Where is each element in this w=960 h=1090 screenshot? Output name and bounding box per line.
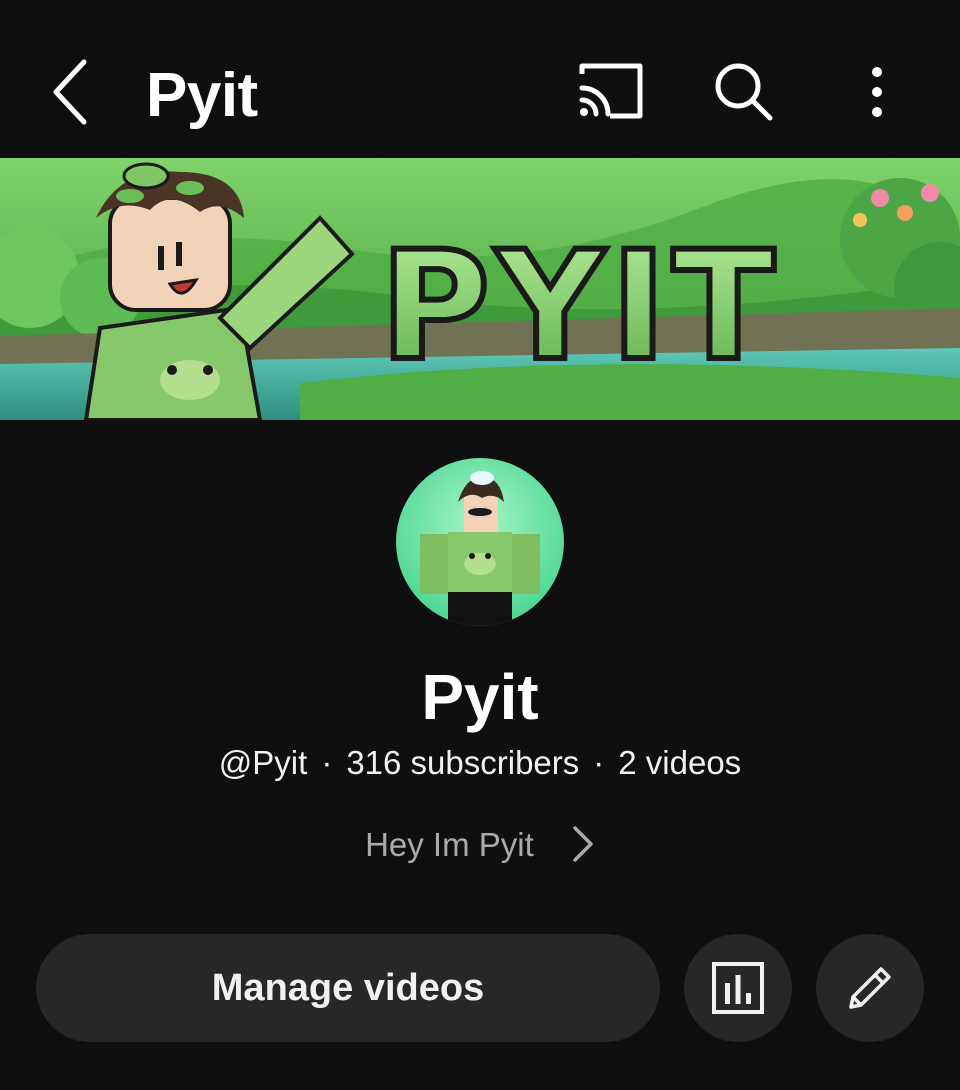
analytics-button[interactable] bbox=[684, 934, 792, 1042]
chevron-right-icon bbox=[573, 826, 593, 863]
pencil-icon bbox=[849, 967, 891, 1009]
channel-avatar[interactable] bbox=[396, 458, 564, 626]
channel-description: Hey Im Pyit bbox=[365, 826, 534, 863]
channel-name: Pyit bbox=[421, 661, 539, 733]
channel-description-link[interactable]: Hey Im Pyit bbox=[0, 822, 960, 868]
cast-button[interactable] bbox=[572, 58, 650, 124]
manage-videos-button[interactable]: Manage videos bbox=[36, 934, 660, 1042]
page-title: Pyit bbox=[146, 61, 258, 130]
channel-meta: @Pyit · 316 subscribers · 2 videos bbox=[0, 740, 960, 786]
edit-channel-button[interactable] bbox=[816, 934, 924, 1042]
meta-separator: · bbox=[321, 744, 333, 781]
channel-handle: @Pyit bbox=[218, 744, 308, 781]
meta-separator: · bbox=[593, 744, 605, 781]
video-count: 2 videos bbox=[618, 744, 742, 781]
subscriber-count: 316 subscribers bbox=[346, 744, 580, 781]
channel-banner: PYIT bbox=[0, 158, 960, 420]
back-button[interactable] bbox=[42, 52, 98, 132]
more-options-button[interactable] bbox=[852, 56, 902, 128]
cast-icon bbox=[579, 63, 643, 119]
search-button[interactable] bbox=[708, 56, 780, 128]
top-app-bar: Pyit bbox=[0, 0, 960, 158]
analytics-icon bbox=[712, 962, 764, 1014]
banner-title-text: PYIT bbox=[380, 220, 781, 394]
search-icon bbox=[715, 63, 773, 121]
chevron-left-icon bbox=[53, 59, 87, 125]
avatar-image bbox=[396, 458, 564, 626]
banner-artwork: PYIT bbox=[0, 158, 960, 420]
more-vertical-icon bbox=[872, 67, 882, 117]
